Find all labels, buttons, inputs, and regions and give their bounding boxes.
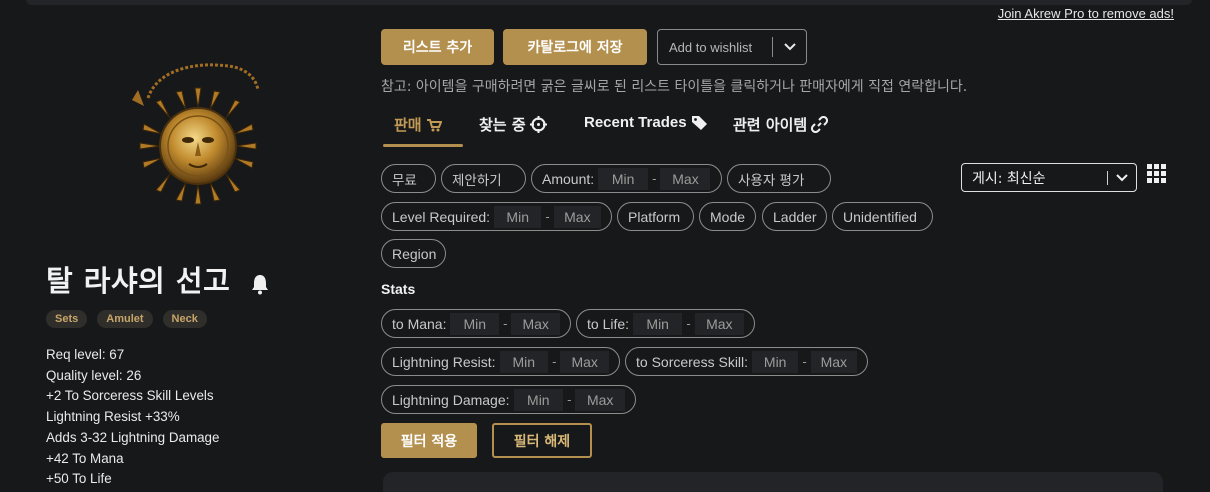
stat-filter-mana: to Mana: Min - Max	[381, 309, 571, 338]
save-catalog-button[interactable]: 카탈로그에 저장	[503, 29, 647, 65]
stat-label: to Life:	[587, 315, 630, 332]
chevron-down-icon[interactable]	[1108, 171, 1136, 185]
cart-icon	[426, 118, 442, 131]
platform-filter[interactable]: Platform	[617, 202, 694, 231]
stat-label: Lightning Damage:	[392, 391, 510, 408]
property-line: Quality level: 26	[46, 367, 142, 383]
stat-label: to Sorceress Skill:	[636, 353, 749, 370]
stat-min-input[interactable]: Min	[513, 388, 564, 411]
top-bar	[26, 0, 1192, 5]
tab-related-items[interactable]: 관련 아이템	[733, 114, 829, 135]
chevron-down-icon[interactable]	[773, 39, 806, 55]
wishlist-label[interactable]: Add to wishlist	[658, 40, 772, 55]
stat-max-input[interactable]: Max	[810, 350, 857, 373]
tab-selling[interactable]: 판매	[394, 114, 442, 135]
stats-heading: Stats	[381, 281, 416, 297]
apply-filter-button[interactable]: 필터 적용	[381, 423, 477, 458]
sort-selected: 게시: 최신순	[972, 170, 1046, 187]
level-min-input[interactable]: Min	[494, 205, 542, 228]
mode-filter[interactable]: Mode	[699, 202, 756, 231]
amulet-image	[132, 63, 260, 205]
tag-sets[interactable]: Sets	[46, 310, 88, 328]
crosshair-icon	[529, 116, 547, 133]
property-line: Lightning Resist +33%	[46, 409, 180, 425]
stat-label: to Mana:	[392, 315, 447, 332]
tab-label: Recent Trades	[584, 114, 687, 131]
property-line: +2 To Sorceress Skill Levels	[46, 388, 214, 404]
stat-filter-lightning-damage: Lightning Damage: Min - Max	[381, 385, 636, 414]
range-dash: -	[545, 209, 550, 224]
unidentified-filter[interactable]: Unidentified	[832, 202, 933, 231]
stat-filter-life: to Life: Min - Max	[576, 309, 755, 338]
tag-amulet[interactable]: Amulet	[97, 310, 153, 328]
tab-label: 관련 아이템	[733, 116, 808, 134]
region-filter[interactable]: Region	[381, 239, 446, 268]
tag-neck[interactable]: Neck	[162, 310, 207, 328]
item-tags: Sets Amulet Neck	[46, 310, 207, 328]
tab-recent-trades[interactable]: Recent Trades	[584, 114, 708, 131]
link-icon	[811, 116, 829, 133]
level-required-label: Level Required:	[392, 208, 491, 225]
stat-min-input[interactable]: Min	[633, 312, 683, 335]
bell-icon[interactable]	[250, 273, 270, 295]
grid-view-icon[interactable]	[1147, 164, 1167, 184]
property-line: +42 To Mana	[46, 450, 124, 466]
purchase-note: 참고: 아이템을 구매하려면 굵은 글씨로 된 리스트 타이틀을 클릭하거나 판…	[381, 79, 968, 95]
range-dash: -	[802, 354, 807, 369]
amount-min-input[interactable]: Min	[598, 167, 649, 190]
reset-filter-button[interactable]: 필터 해제	[492, 423, 592, 458]
property-line: Req level: 67	[46, 347, 125, 362]
wishlist-dropdown[interactable]: Add to wishlist	[657, 29, 807, 65]
stat-min-input[interactable]: Min	[450, 312, 500, 335]
stat-filter-lightning-resist: Lightning Resist: Min - Max	[381, 347, 620, 376]
tab-searching[interactable]: 찾는 중	[479, 114, 547, 135]
add-list-button[interactable]: 리스트 추가	[381, 29, 494, 65]
stat-max-input[interactable]: Max	[560, 350, 609, 373]
level-max-input[interactable]: Max	[553, 205, 601, 228]
range-dash: -	[503, 316, 508, 331]
user-rating-filter[interactable]: 사용자 평가	[727, 164, 831, 193]
range-dash: -	[552, 354, 557, 369]
range-dash: -	[567, 392, 572, 407]
stat-max-input[interactable]: Max	[694, 312, 744, 335]
remove-ads-link[interactable]: Join Akrew Pro to remove ads!	[998, 6, 1174, 21]
stat-filter-sorceress-skill: to Sorceress Skill: Min - Max	[625, 347, 868, 376]
stat-label: Lightning Resist:	[392, 353, 496, 370]
range-dash: -	[652, 171, 657, 186]
listings-panel	[383, 472, 1163, 492]
range-dash: -	[686, 316, 691, 331]
ladder-filter[interactable]: Ladder	[762, 202, 827, 231]
stat-min-input[interactable]: Min	[499, 350, 549, 373]
tab-label: 찾는 중	[479, 116, 526, 134]
stat-max-input[interactable]: Max	[511, 312, 560, 335]
tag-icon	[691, 116, 707, 130]
property-line: Adds 3-32 Lightning Damage	[46, 429, 220, 445]
tab-label: 판매	[394, 116, 422, 134]
amount-max-input[interactable]: Max	[660, 167, 711, 190]
sort-dropdown[interactable]: 게시: 최신순	[961, 163, 1137, 192]
item-properties: Req level: 67 Quality level: 26 +2 To So…	[46, 345, 219, 490]
item-title: 탈 라샤의 선고	[46, 264, 231, 298]
amount-label: Amount:	[542, 170, 595, 187]
free-filter[interactable]: 무료	[381, 164, 436, 193]
offer-filter[interactable]: 제안하기	[441, 164, 526, 193]
property-line: +50 To Life	[46, 471, 112, 487]
level-required-filter: Level Required: Min - Max	[381, 202, 612, 231]
stat-min-input[interactable]: Min	[752, 350, 799, 373]
active-tab-indicator	[383, 144, 463, 147]
amount-filter: Amount: Min - Max	[531, 164, 722, 193]
stat-max-input[interactable]: Max	[575, 388, 625, 411]
